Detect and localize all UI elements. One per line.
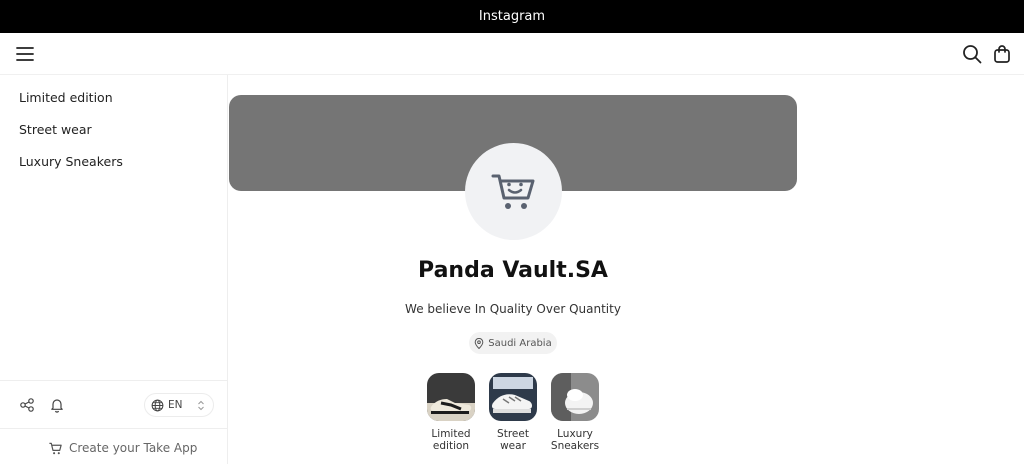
sidebar-divider xyxy=(0,380,227,381)
cart-icon xyxy=(49,442,62,454)
store-header xyxy=(0,33,1024,75)
category-luxury-sneakers[interactable]: Luxury Sneakers xyxy=(545,373,605,452)
browser-title-bar: Instagram xyxy=(0,0,1024,33)
location-pin-icon xyxy=(474,337,484,349)
category-label: Street wear xyxy=(497,428,529,452)
chevron-up-down-icon xyxy=(198,400,204,411)
category-label: Limited edition xyxy=(431,428,471,452)
category-limited-edition[interactable]: Limited edition xyxy=(421,373,481,452)
sidebar-item-limited-edition[interactable]: Limited edition xyxy=(19,90,113,105)
sneaker-photo-icon xyxy=(489,373,537,421)
location-badge: Saudi Arabia xyxy=(469,332,557,354)
category-thumbnail xyxy=(489,373,537,421)
sneaker-photo-icon xyxy=(427,373,475,421)
search-icon[interactable] xyxy=(961,43,983,65)
create-take-app-label: Create your Take App xyxy=(69,441,198,455)
share-icon[interactable] xyxy=(19,397,35,413)
sneaker-photo-icon xyxy=(551,373,599,421)
bell-icon[interactable] xyxy=(49,397,65,413)
language-selector[interactable]: EN xyxy=(144,393,214,417)
smiling-cart-icon xyxy=(491,174,534,209)
category-label: Luxury Sneakers xyxy=(550,428,600,452)
sidebar: Limited edition Street wear Luxury Sneak… xyxy=(0,75,228,464)
globe-icon xyxy=(151,399,164,411)
language-label: EN xyxy=(168,399,183,411)
category-street-wear[interactable]: Street wear xyxy=(483,373,543,452)
shopping-bag-icon[interactable] xyxy=(991,43,1013,65)
category-thumbnail xyxy=(551,373,599,421)
create-take-app-link[interactable]: Create your Take App xyxy=(48,439,197,457)
menu-icon[interactable] xyxy=(15,44,35,64)
sidebar-divider-bottom xyxy=(0,428,227,429)
sidebar-item-street-wear[interactable]: Street wear xyxy=(19,122,92,137)
store-name: Panda Vault.SA xyxy=(418,258,608,283)
location-label: Saudi Arabia xyxy=(488,337,552,349)
app-title: Instagram xyxy=(478,9,546,24)
category-thumbnail xyxy=(427,373,475,421)
sidebar-item-luxury-sneakers[interactable]: Luxury Sneakers xyxy=(19,154,123,169)
store-avatar xyxy=(465,143,562,240)
store-tagline: We believe In Quality Over Quantity xyxy=(405,302,621,316)
